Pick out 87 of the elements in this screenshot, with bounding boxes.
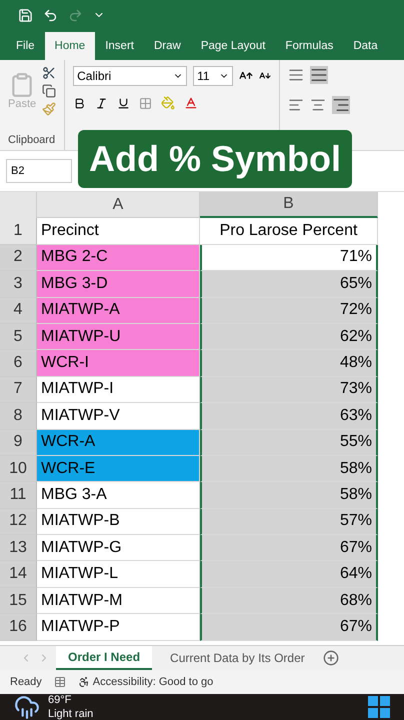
row-header[interactable]: 4: [0, 298, 37, 324]
ribbon-tab[interactable]: Home: [44, 32, 96, 60]
ribbon-tab[interactable]: Formulas: [275, 32, 344, 60]
align-center-icon[interactable]: [310, 97, 326, 113]
font-size-field[interactable]: 11: [193, 66, 234, 86]
align-middle-icon[interactable]: [310, 66, 328, 84]
table-cell: 57%: [200, 508, 378, 536]
table-cell: MBG 3-A: [37, 482, 200, 509]
accessibility-status[interactable]: Accessibility: Good to go: [92, 676, 214, 688]
column-header[interactable]: B: [200, 192, 378, 218]
sheet-tab[interactable]: Order I Need: [56, 646, 152, 670]
row-header[interactable]: 9: [0, 430, 37, 456]
undo-icon[interactable]: [43, 8, 58, 22]
row-header[interactable]: 8: [0, 403, 37, 430]
table-cell: 64%: [200, 561, 378, 588]
table-cell: MIATWP-U: [37, 324, 200, 350]
copy-icon[interactable]: [42, 84, 56, 98]
align-top-icon[interactable]: [288, 67, 304, 83]
ribbon-tab[interactable]: Draw: [144, 32, 191, 60]
table-cell: 48%: [200, 350, 378, 377]
ribbon-tab[interactable]: File: [6, 32, 45, 60]
borders-icon[interactable]: [139, 96, 152, 110]
fill-color-icon[interactable]: [161, 96, 176, 110]
name-box[interactable]: B2: [6, 159, 72, 183]
table-cell: 72%: [200, 298, 378, 324]
table-cell: MIATWP-A: [37, 298, 200, 324]
row-header[interactable]: 3: [0, 271, 37, 298]
table-cell: MIATWP-I: [37, 376, 200, 404]
row-header[interactable]: 13: [0, 535, 37, 562]
table-cell: MIATWP-B: [37, 508, 200, 536]
table-cell: 58%: [200, 482, 378, 509]
table-cell: Pro Larose Percent: [200, 218, 378, 245]
table-cell: MBG 2-C: [37, 244, 200, 272]
italic-icon[interactable]: [95, 96, 108, 110]
table-cell: 55%: [200, 430, 378, 456]
row-header[interactable]: 1: [0, 218, 37, 245]
table-cell: 58%: [200, 456, 378, 482]
row-header[interactable]: 5: [0, 324, 37, 350]
row-header[interactable]: 14: [0, 561, 37, 588]
table-cell: 68%: [200, 588, 378, 614]
status-text: Ready: [10, 676, 42, 688]
table-cell: WCR-I: [37, 350, 200, 377]
table-cell: 63%: [200, 403, 378, 430]
add-sheet-icon[interactable]: [322, 650, 339, 666]
row-header[interactable]: 12: [0, 508, 37, 536]
table-cell: 73%: [200, 376, 378, 404]
bold-icon[interactable]: [73, 96, 86, 110]
font-color-icon[interactable]: [184, 96, 198, 110]
weather-icon[interactable]: [14, 694, 40, 720]
ribbon-tab[interactable]: Insert: [95, 32, 144, 60]
temperature-text: 69°F: [48, 694, 72, 706]
table-cell: Precinct: [37, 218, 200, 245]
table-cell: 65%: [200, 271, 378, 298]
table-cell: MIATWP-M: [37, 588, 200, 614]
table-cell: MIATWP-L: [37, 561, 200, 588]
row-header[interactable]: 6: [0, 350, 37, 377]
font-name-field[interactable]: Calibri: [73, 66, 188, 86]
row-header[interactable]: 16: [0, 614, 37, 641]
save-icon[interactable]: [18, 8, 33, 22]
row-header[interactable]: 7: [0, 376, 37, 404]
ribbon-tab[interactable]: Data: [343, 32, 388, 60]
table-cell: MIATWP-G: [37, 535, 200, 562]
row-header[interactable]: 15: [0, 588, 37, 614]
align-left-icon[interactable]: [288, 97, 304, 113]
cut-icon[interactable]: [42, 66, 56, 80]
row-header[interactable]: 2: [0, 244, 37, 272]
table-cell: MBG 3-D: [37, 271, 200, 298]
ribbon-tab[interactable]: Page Layout: [190, 32, 276, 60]
accessibility-icon[interactable]: [78, 676, 90, 688]
table-cell: WCR-A: [37, 430, 200, 456]
sheet-tab[interactable]: Current Data by Its Order: [158, 646, 317, 670]
align-right-icon[interactable]: [332, 96, 350, 114]
table-cell: WCR-E: [37, 456, 200, 482]
table-cell: 62%: [200, 324, 378, 350]
table-cell: MIATWP-P: [37, 614, 200, 641]
column-header[interactable]: A: [37, 192, 200, 218]
row-header[interactable]: 10: [0, 456, 37, 482]
underline-icon[interactable]: [117, 96, 130, 110]
row-header[interactable]: 11: [0, 482, 37, 509]
start-icon[interactable]: [368, 696, 390, 718]
weather-text: Light rain: [48, 708, 94, 720]
table-cell: 71%: [200, 244, 378, 272]
table-cell: 67%: [200, 614, 378, 641]
group-label: Clipboard: [8, 134, 56, 146]
table-cell: 67%: [200, 535, 378, 562]
table-cell: MIATWP-V: [37, 403, 200, 430]
caption-banner: Add % Symbol: [78, 130, 352, 188]
